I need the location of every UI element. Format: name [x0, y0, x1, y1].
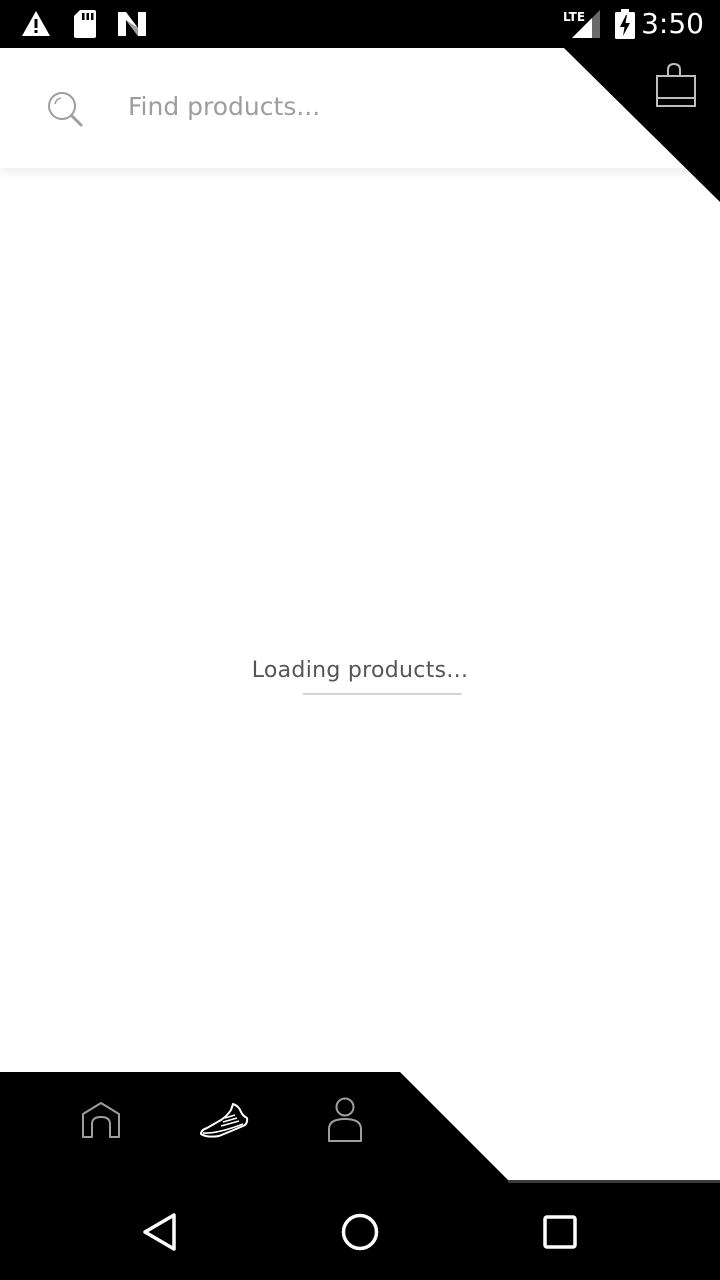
loading-text: Loading products... [251, 658, 469, 683]
home-circle-icon [340, 1212, 380, 1256]
warning-icon [20, 8, 52, 44]
status-bar: LTE 3:50 [0, 0, 720, 48]
svg-text:LTE: LTE [563, 10, 585, 24]
profile-icon [327, 1097, 363, 1147]
home-button[interactable] [336, 1210, 384, 1258]
back-icon [140, 1212, 180, 1256]
sd-card-icon [72, 8, 98, 44]
n-notification-icon [116, 10, 148, 42]
back-button[interactable] [136, 1210, 184, 1258]
recents-button[interactable] [536, 1210, 584, 1258]
cart-corner[interactable] [564, 48, 720, 202]
search-icon[interactable] [44, 88, 86, 130]
tab-home[interactable] [69, 1092, 133, 1152]
product-list-area: Loading products... [0, 168, 720, 1072]
home-icon [81, 1100, 121, 1144]
battery-charging-icon [614, 8, 636, 44]
tab-products[interactable] [192, 1092, 256, 1152]
lte-signal-icon: LTE [562, 8, 602, 44]
bottom-tab-bar [0, 1072, 720, 1184]
shopping-bag-icon[interactable] [654, 62, 698, 110]
tab-profile[interactable] [313, 1092, 377, 1152]
system-nav-bar [0, 1184, 720, 1280]
app-screen: LTE 3:50 Find products... Loading produc… [0, 0, 720, 1280]
sneaker-icon [199, 1100, 249, 1144]
search-input[interactable] [128, 84, 548, 128]
loading-progress-bar [303, 693, 462, 695]
recents-icon [540, 1212, 580, 1256]
status-time: 3:50 [641, 7, 704, 40]
